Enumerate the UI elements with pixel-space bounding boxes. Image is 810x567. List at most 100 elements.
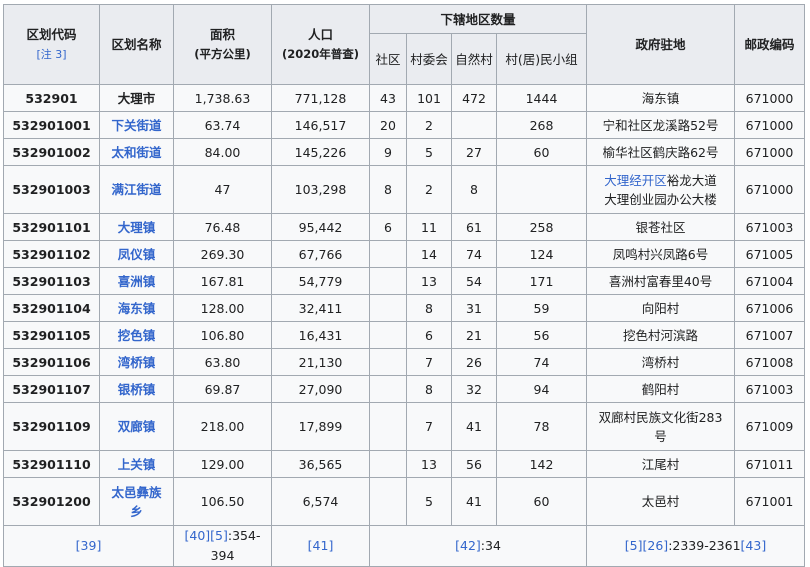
cell-village-committee: 5 (406, 477, 452, 526)
cell-population: 146,517 (271, 111, 370, 139)
cell-population: 145,226 (271, 138, 370, 166)
cell-community (369, 375, 407, 403)
cell-name[interactable]: 太和街道 (99, 138, 174, 166)
cell-area: 218.00 (173, 402, 272, 451)
table-row: 532901200 太邑彝族乡 106.50 6,574 5 41 60 太邑村 671001 (3, 477, 806, 526)
cell-name[interactable]: 挖色镇 (99, 321, 174, 349)
cell-natural-village: 41 (451, 477, 497, 526)
cell-natural-village: 56 (451, 450, 497, 478)
cell-community (369, 450, 407, 478)
cell-village-committee: 11 (406, 213, 452, 241)
cell-area: 128.00 (173, 294, 272, 322)
header-village-committee: 村委会 (406, 33, 452, 85)
cell-code: 532901101 (3, 213, 100, 241)
cell-name[interactable]: 大理镇 (99, 213, 174, 241)
cell-postal: 671005 (734, 240, 806, 268)
cell-postal: 671007 (734, 321, 806, 349)
cell-community: 43 (369, 84, 407, 112)
cell-area: 1,738.63 (173, 84, 272, 112)
cell-group: 142 (495, 450, 588, 478)
cell-postal: 671011 (734, 450, 806, 478)
cell-village-committee: 13 (406, 450, 452, 478)
cell-postal: 671006 (734, 294, 806, 322)
cell-postal: 671000 (734, 84, 806, 112)
cell-population: 17,899 (271, 402, 370, 451)
cell-community (369, 402, 407, 451)
division-table: 区划代码 [注 3] 区划名称 面积 (平方公里) 人口 (2020年普查) 下辖地区… (3, 4, 806, 567)
cell-area: 47 (173, 165, 272, 214)
cell-name[interactable]: 上关镇 (99, 450, 174, 478)
cell-natural-village: 61 (451, 213, 497, 241)
cell-group: 258 (495, 213, 588, 241)
cell-seat: 江尾村 (586, 450, 736, 478)
cell-code: 532901002 (3, 138, 100, 166)
table-row: 532901107 银桥镇 69.87 27,090 8 32 94 鹤阳村 671003 (3, 375, 806, 403)
cell-village-committee: 8 (406, 375, 452, 403)
cell-name[interactable]: 海东镇 (99, 294, 174, 322)
cell-natural-village: 21 (451, 321, 497, 349)
cell-seat: 宁和社区龙溪路52号 (586, 111, 736, 139)
table-row: 532901103 喜洲镇 167.81 54,779 13 54 171 喜洲村富春里40号… (3, 267, 806, 295)
cell-natural-village: 31 (451, 294, 497, 322)
cell-community (369, 477, 407, 526)
header-subdivisions: 下辖地区数量 (368, 4, 588, 34)
cell-natural-village: 32 (451, 375, 497, 403)
cell-name[interactable]: 满江街道 (99, 165, 174, 214)
header-seat: 政府驻地 (586, 4, 736, 85)
cell-name[interactable]: 下关街道 (99, 111, 174, 139)
table-row: 532901106 湾桥镇 63.80 21,130 7 26 74 湾桥村 671008 (3, 348, 806, 376)
cell-natural-village: 8 (451, 165, 497, 214)
cell-seat: 喜洲村富春里40号 (586, 267, 736, 295)
cell-natural-village: 41 (451, 402, 497, 451)
cell-village-committee: 8 (406, 294, 452, 322)
table-row: 532901002 太和街道 84.00 145,226 9 5 27 60 榆华社区鹤庆路62… (3, 138, 806, 166)
cell-name[interactable]: 双廊镇 (99, 402, 174, 451)
cell-name[interactable]: 湾桥镇 (99, 348, 174, 376)
cell-village-committee: 7 (406, 348, 452, 376)
cell-community (369, 240, 407, 268)
cell-seat: 银苍社区 (586, 213, 736, 241)
cell-population: 54,779 (271, 267, 370, 295)
cell-community: 9 (369, 138, 407, 166)
cell-natural-village: 74 (451, 240, 497, 268)
cell-village-committee: 2 (406, 165, 452, 214)
cell-name[interactable]: 太邑彝族乡 (99, 477, 174, 526)
cell-group: 171 (495, 267, 588, 295)
footer-ref-seat: [5][26]:2339-2361[43] (586, 525, 806, 567)
cell-natural-village (451, 111, 497, 139)
cell-name[interactable]: 银桥镇 (99, 375, 174, 403)
cell-group: 94 (495, 375, 588, 403)
cell-community: 20 (369, 111, 407, 139)
cell-area: 106.50 (173, 477, 272, 526)
cell-postal: 671000 (734, 111, 806, 139)
cell-community: 6 (369, 213, 407, 241)
cell-area: 106.80 (173, 321, 272, 349)
cell-postal: 671008 (734, 348, 806, 376)
cell-area: 129.00 (173, 450, 272, 478)
cell-code: 532901003 (3, 165, 100, 214)
cell-code: 532901110 (3, 450, 100, 478)
cell-code: 532901104 (3, 294, 100, 322)
header-community: 社区 (369, 33, 407, 85)
cell-seat: 太邑村 (586, 477, 736, 526)
cell-seat: 鹤阳村 (586, 375, 736, 403)
cell-postal: 671000 (734, 138, 806, 166)
cell-area: 84.00 (173, 138, 272, 166)
cell-name[interactable]: 喜洲镇 (99, 267, 174, 295)
footer-ref-subdivisions: [42]:34 (368, 525, 588, 567)
cell-name[interactable]: 凤仪镇 (99, 240, 174, 268)
seat-link[interactable]: 大理经开区 (604, 173, 667, 188)
header-code: 区划代码 [注 3] (3, 4, 100, 85)
cell-name: 大理市 (99, 84, 174, 112)
cell-code: 532901105 (3, 321, 100, 349)
cell-group: 74 (495, 348, 588, 376)
cell-natural-village: 54 (451, 267, 497, 295)
note-link[interactable]: [注 3] (36, 48, 66, 61)
cell-natural-village: 27 (451, 138, 497, 166)
cell-area: 167.81 (173, 267, 272, 295)
cell-group: 124 (495, 240, 588, 268)
cell-population: 32,411 (271, 294, 370, 322)
cell-code: 532901107 (3, 375, 100, 403)
cell-group: 59 (495, 294, 588, 322)
header-population: 人口 (2020年普查) (271, 4, 370, 85)
